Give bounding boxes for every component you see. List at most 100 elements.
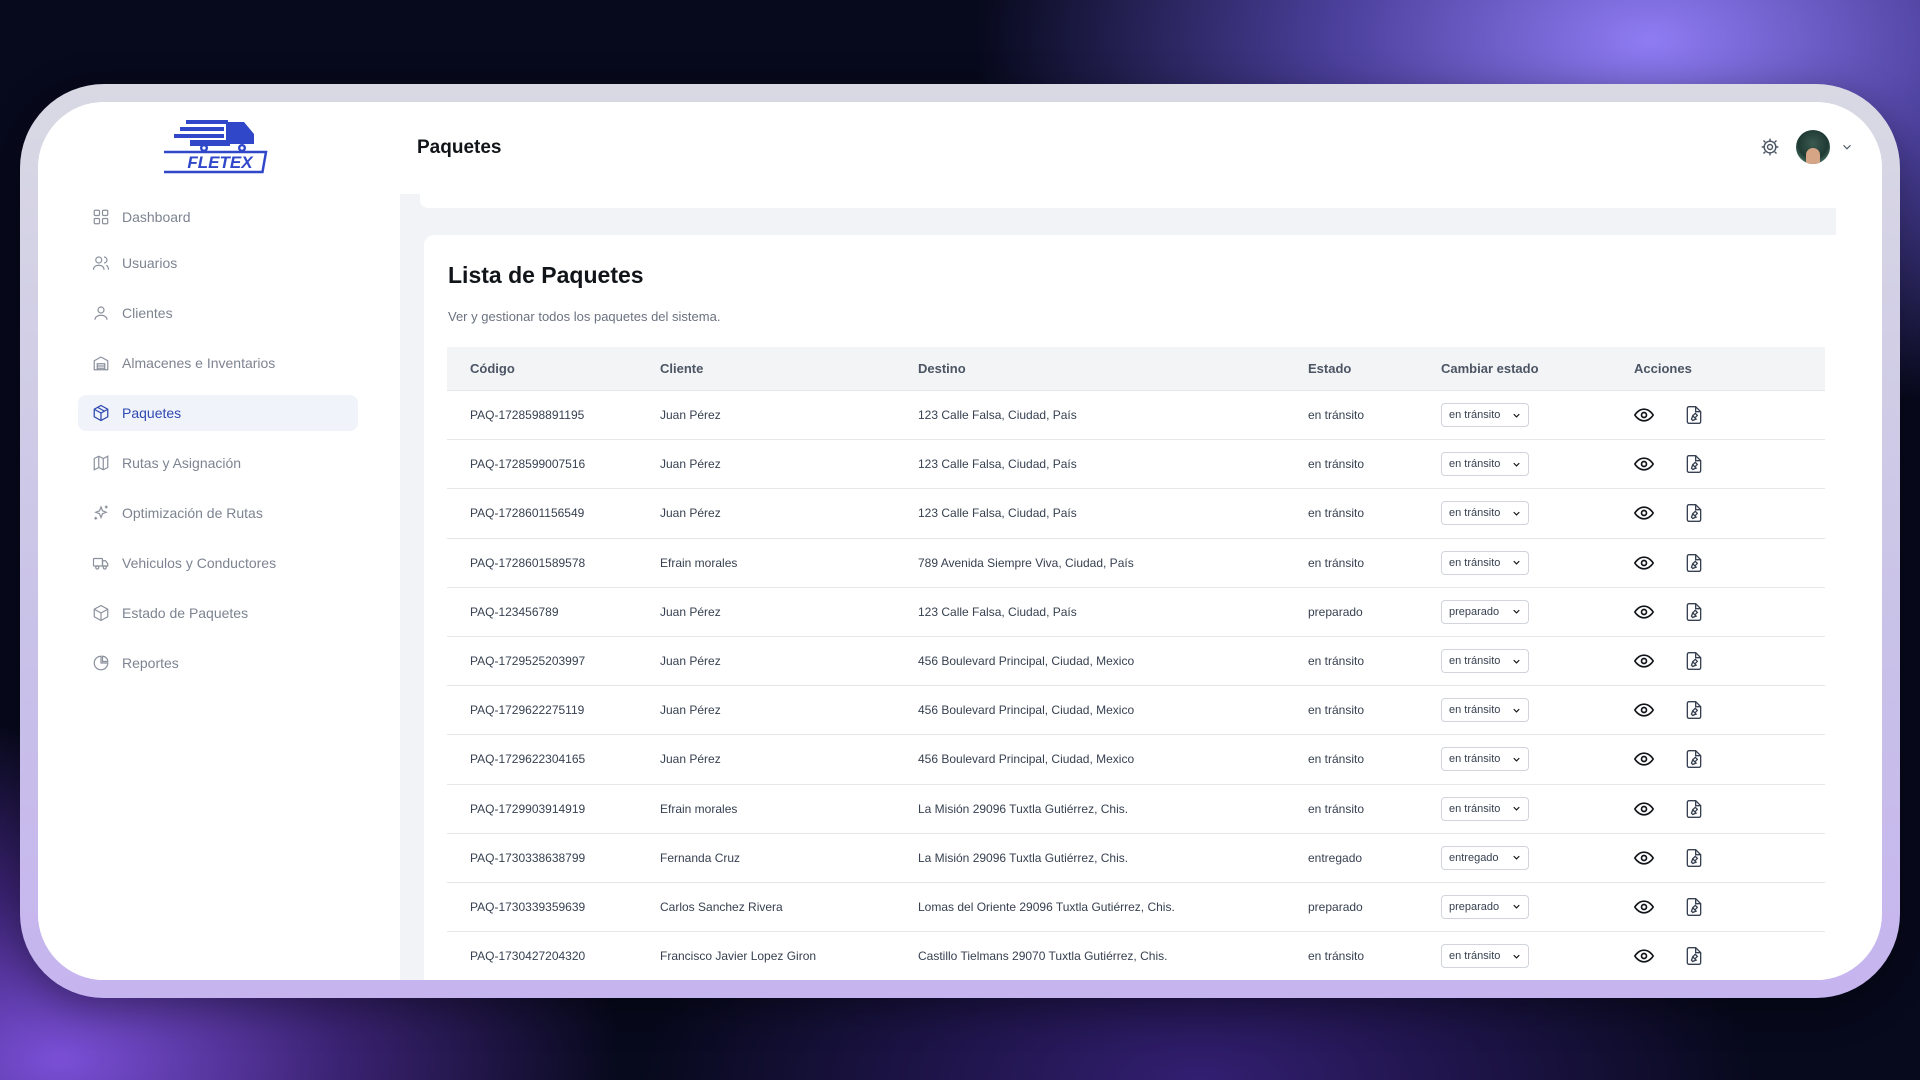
edit-document-icon[interactable] [1684,897,1704,917]
cell-cliente: Juan Pérez [660,506,721,521]
edit-document-icon[interactable] [1684,503,1704,523]
cell-cliente: Efrain morales [660,801,738,816]
eye-icon[interactable] [1633,848,1655,868]
edit-document-icon[interactable] [1684,749,1704,769]
eye-icon[interactable] [1633,602,1655,622]
edit-document-icon[interactable] [1684,553,1704,573]
sidebar-item-rutas[interactable]: Rutas y Asignación [78,445,358,481]
eye-icon[interactable] [1633,503,1655,523]
table-header: Código Cliente Destino Estado Cambiar es… [447,347,1825,391]
cell-cambiar-estado: en tránsito [1441,698,1634,723]
chevron-down-icon[interactable] [1840,140,1854,154]
cell-codigo: PAQ-1728601156549 [470,506,585,521]
status-select-value: en tránsito [1449,409,1501,422]
sidebar-item-vehiculos[interactable]: Vehiculos y Conductores [78,545,358,581]
chevron-down-icon [1507,557,1522,568]
sidebar-item-label: Paquetes [122,405,182,421]
cell-acciones [1633,602,1825,622]
edit-document-icon[interactable] [1684,651,1704,671]
cell-acciones [1633,799,1825,819]
status-select[interactable]: en tránsito [1441,944,1529,969]
eye-icon[interactable] [1633,799,1655,819]
status-select[interactable]: en tránsito [1441,796,1529,821]
status-select[interactable]: en tránsito [1441,452,1529,477]
sidebar-item-label: Vehiculos y Conductores [122,555,277,571]
gear-icon[interactable] [1760,137,1780,157]
sidebar-item-label: Rutas y Asignación [122,455,242,471]
status-select-value: en tránsito [1449,950,1501,963]
sidebar-item-reportes[interactable]: Reportes [78,645,358,681]
cell-cliente: Francisco Javier Lopez Giron [660,949,817,964]
user-icon [92,304,110,322]
cell-cliente: Juan Pérez [660,604,721,619]
header-actions [1760,130,1854,164]
eye-icon[interactable] [1633,651,1655,671]
chevron-down-icon [1507,410,1522,421]
eye-icon[interactable] [1633,454,1655,474]
eye-icon[interactable] [1633,897,1655,917]
eye-icon[interactable] [1633,700,1655,720]
chevron-down-icon [1507,705,1522,716]
chevron-down-icon [1507,754,1522,765]
sidebar-item-dashboard[interactable]: Dashboard [78,199,358,235]
page-title: Paquetes [417,137,502,158]
edit-document-icon[interactable] [1684,700,1704,720]
status-select[interactable]: en tránsito [1441,649,1529,674]
cell-cliente: Juan Pérez [660,703,721,718]
top-strip [420,194,1844,208]
app-screen: FLETEX Dashboard Usuarios Clientes Almac… [38,102,1882,980]
cell-destino: 456 Boulevard Principal, Ciudad, Mexico [918,654,1135,669]
cell-estado: en tránsito [1308,949,1365,964]
cell-cambiar-estado: en tránsito [1441,452,1634,477]
table-row: PAQ-1730427204320 Francisco Javier Lopez … [447,932,1825,980]
eye-icon[interactable] [1633,749,1655,769]
sidebar-item-usuarios[interactable]: Usuarios [78,245,358,281]
status-select[interactable]: preparado [1441,894,1529,919]
cell-cambiar-estado: en tránsito [1441,796,1634,821]
sidebar-item-paquetes[interactable]: Paquetes [78,395,358,431]
status-select[interactable]: en tránsito [1441,550,1529,575]
cell-destino: 456 Boulevard Principal, Ciudad, Mexico [918,703,1135,718]
svg-text:FLETEX: FLETEX [187,153,254,172]
edit-document-icon[interactable] [1684,454,1704,474]
sidebar-item-almacenes[interactable]: Almacenes e Inventarios [78,345,358,381]
sidebar-nav: Dashboard Usuarios Clientes Almacenes e … [78,199,358,695]
sidebar-item-estado-paquetes[interactable]: Estado de Paquetes [78,595,358,631]
cell-cliente: Fernanda Cruz [660,850,741,865]
cell-cambiar-estado: en tránsito [1441,649,1634,674]
eye-icon[interactable] [1633,946,1655,966]
status-select[interactable]: preparado [1441,599,1529,624]
cell-cliente: Juan Pérez [660,752,721,767]
cell-estado: en tránsito [1308,506,1365,521]
packages-card: Lista de Paquetes Ver y gestionar todos … [424,235,1848,980]
edit-document-icon[interactable] [1684,602,1704,622]
cell-cliente: Juan Pérez [660,654,721,669]
status-select[interactable]: en tránsito [1441,403,1529,428]
eye-icon[interactable] [1633,553,1655,573]
edit-document-icon[interactable] [1684,405,1704,425]
edit-document-icon[interactable] [1684,946,1704,966]
status-select[interactable]: en tránsito [1441,698,1529,723]
table-row: PAQ-1730339359639 Carlos Sanchez Rivera Lo… [447,883,1825,933]
cell-cambiar-estado: en tránsito [1441,501,1634,526]
sidebar-item-label: Almacenes e Inventarios [122,355,276,371]
edit-document-icon[interactable] [1684,799,1704,819]
sidebar-item-optimizacion[interactable]: Optimización de Rutas [78,495,358,531]
chevron-down-icon [1507,901,1522,912]
status-select-value: en tránsito [1449,704,1501,717]
card-title: Lista de Paquetes [448,262,644,288]
status-select[interactable]: en tránsito [1441,747,1529,772]
status-select[interactable]: en tránsito [1441,501,1529,526]
table-row: PAQ-1729622304165 Juan Pérez 456 Boulevard… [447,735,1825,785]
cell-cambiar-estado: entregado [1441,845,1634,870]
cell-estado: en tránsito [1308,752,1365,767]
eye-icon[interactable] [1633,405,1655,425]
status-select-value: en tránsito [1449,753,1501,766]
status-select[interactable]: entregado [1441,845,1529,870]
cell-cambiar-estado: preparado [1441,599,1634,624]
sidebar-item-clientes[interactable]: Clientes [78,295,358,331]
chevron-down-icon [1507,459,1522,470]
edit-document-icon[interactable] [1684,848,1704,868]
avatar[interactable] [1796,130,1830,164]
package-icon [92,404,110,422]
